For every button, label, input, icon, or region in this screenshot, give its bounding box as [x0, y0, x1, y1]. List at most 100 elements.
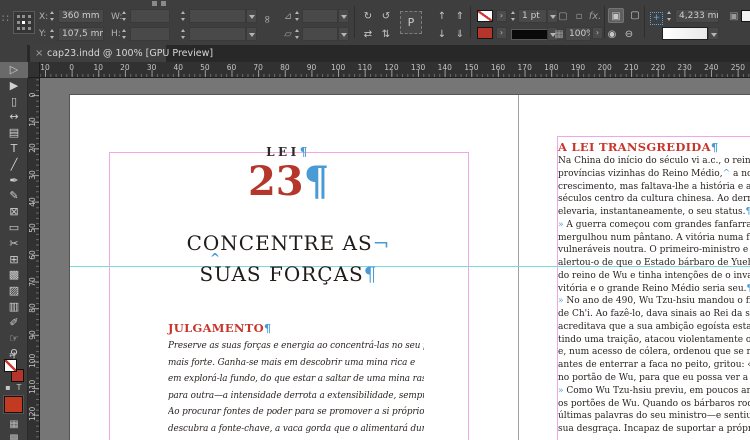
chapter-title-line: SUAS FORÇAS¶: [199, 262, 378, 286]
line-tool-icon[interactable]: ╱: [0, 157, 28, 173]
stroke-color-swatch[interactable]: [477, 27, 493, 39]
direct-selection-tool-icon[interactable]: ▶: [0, 78, 28, 94]
screen-mode-normal-button[interactable]: ▦: [7, 419, 21, 430]
margin-guide-right[interactable]: [468, 152, 469, 440]
chapter-number: 23¶: [247, 158, 330, 205]
flip-vertical-button[interactable]: ⇅: [378, 27, 394, 42]
opacity-options-button[interactable]: ›: [592, 27, 603, 39]
left-page-body-text: Preserve as suas forças e energia ao con…: [168, 338, 424, 438]
fill-swatch[interactable]: [4, 359, 17, 372]
body-line: alertou-o de que o Estado bárbaro de Yue…: [558, 258, 750, 269]
gap-stepper[interactable]: [666, 9, 673, 23]
x-label: X:: [39, 12, 49, 22]
formatting-affects-text-button[interactable]: T: [14, 383, 24, 393]
effects-fx-button[interactable]: fx.: [587, 9, 603, 24]
frame-fitting-icon[interactable]: +: [650, 12, 663, 25]
screen-mode-preview-button[interactable]: ▩: [7, 433, 21, 440]
rotate-ccw-button[interactable]: ↺: [378, 9, 394, 24]
align-top-button[interactable]: ↑: [434, 9, 450, 24]
scale-y-dropdown[interactable]: [246, 27, 257, 41]
scale-x-dropdown[interactable]: [246, 9, 257, 23]
rotation-dropdown[interactable]: [338, 9, 349, 23]
content-collector-tool-icon[interactable]: ▤: [0, 125, 28, 141]
stroke-weight-field[interactable]: 1 pt: [518, 9, 547, 23]
frame-options-icon[interactable]: ▣: [726, 9, 742, 24]
x-stepper[interactable]: [49, 9, 56, 23]
swatch-partial[interactable]: [741, 10, 750, 22]
apply-color-button[interactable]: [4, 396, 23, 413]
ruler-origin-box[interactable]: [28, 62, 40, 78]
eyedropper-tool-icon[interactable]: ✐: [0, 315, 28, 331]
stroke-weight-stepper[interactable]: [510, 9, 517, 23]
constrain-proportions-icon[interactable]: ∞: [261, 15, 274, 24]
swap-fill-stroke-icon[interactable]: ⇄: [9, 350, 16, 359]
stroke-options-button[interactable]: ›: [496, 27, 507, 39]
toolbar-separator: [354, 6, 355, 38]
hand-tool-icon[interactable]: ☞: [0, 331, 28, 347]
body-line: » A guerra começou com grandes fanfarras…: [558, 219, 750, 230]
free-transform-tool-icon[interactable]: ⊞: [0, 252, 28, 268]
drop-shadow-button[interactable]: ◉: [604, 27, 620, 42]
corner-radius-icon[interactable]: ▫: [571, 9, 587, 24]
ruler-label: 90: [306, 63, 317, 72]
frame-tool-icon[interactable]: ⊠: [0, 204, 28, 220]
selection-tool-icon[interactable]: ▷: [0, 62, 28, 78]
h-stepper[interactable]: [121, 27, 128, 41]
opacity-field[interactable]: 100%: [565, 27, 591, 41]
w-field[interactable]: [130, 9, 170, 23]
gradient-feather-tool-icon[interactable]: ▨: [0, 283, 28, 299]
x-field[interactable]: 360 mm: [58, 9, 104, 23]
distribute-up-button[interactable]: ⇑: [452, 9, 468, 24]
align-bottom-button[interactable]: ↓: [434, 27, 450, 42]
pen-tool-icon[interactable]: ✒: [0, 173, 28, 189]
reference-point-proxy[interactable]: [13, 11, 35, 34]
pencil-tool-icon[interactable]: ✎: [0, 188, 28, 204]
w-stepper[interactable]: [121, 9, 128, 23]
close-tab-icon[interactable]: ×: [35, 45, 45, 62]
scale-x-stepper[interactable]: [180, 9, 187, 23]
horizontal-ruler[interactable]: 10 0 10 20 30 40 50 60 70 80 90 100 110 120 130 140 150 1…: [40, 62, 750, 78]
note-tool-icon[interactable]: ▥: [0, 299, 28, 315]
gap-field[interactable]: 4,233 mm: [675, 9, 719, 23]
flip-horizontal-button[interactable]: ⇄: [360, 27, 376, 42]
formatting-affects-container-button[interactable]: ▪: [3, 383, 13, 393]
gap-tool-icon[interactable]: ↔: [0, 109, 28, 125]
scale-y-stepper[interactable]: [180, 27, 187, 41]
shear-dropdown[interactable]: [338, 27, 349, 41]
stroke-type-preview[interactable]: [511, 29, 548, 40]
wrap-around-button[interactable]: ▢: [627, 8, 643, 23]
shear-field[interactable]: [302, 27, 338, 41]
feather-button[interactable]: ⊖: [621, 27, 637, 42]
vertical-ruler[interactable]: 0 10 20 30 40 50 60 70 80 90 100 110 120: [28, 78, 40, 440]
h-field[interactable]: [130, 27, 170, 41]
distribute-down-button[interactable]: ⇓: [452, 27, 468, 42]
ruler-label: 250: [730, 63, 746, 72]
fill-options-button[interactable]: ›: [496, 10, 507, 22]
document-viewport[interactable]: LEI¶ 23¶ CONCENTRE AS¬ SUAS FORÇAS¶ ^ JUL…: [40, 78, 750, 440]
scale-y-field[interactable]: [189, 27, 246, 41]
rotate-cw-button[interactable]: ↻: [360, 9, 376, 24]
shear-stepper[interactable]: [294, 27, 301, 41]
gradient-swatch-tool-icon[interactable]: ▩: [0, 267, 28, 283]
body-line: » Como Wu Tzu-hsiu previu, em poucos ano…: [558, 385, 750, 396]
page-tool-icon[interactable]: ▯: [0, 94, 28, 110]
gradient-preview-dropdown[interactable]: [662, 27, 708, 40]
gradient-dropdown-arrow[interactable]: [708, 27, 719, 40]
text-frame-top-right-page[interactable]: [557, 136, 750, 137]
corner-options-icon[interactable]: ▢: [555, 9, 571, 24]
panel-grip-icon[interactable]: ∷: [2, 12, 9, 25]
fill-color-swatch[interactable]: [477, 10, 493, 22]
scale-x-field[interactable]: [189, 9, 246, 23]
y-stepper[interactable]: [49, 27, 56, 41]
rectangle-tool-icon[interactable]: ▭: [0, 220, 28, 236]
rotation-stepper[interactable]: [294, 9, 301, 23]
document-tab[interactable]: × cap23.indd @ 100% [GPU Preview]: [30, 45, 213, 62]
reference-point-indicator[interactable]: P: [400, 11, 422, 34]
wrap-none-button[interactable]: ▣: [608, 8, 624, 23]
scissors-tool-icon[interactable]: ✂: [0, 236, 28, 252]
y-field[interactable]: 107,5 mm: [58, 27, 104, 41]
ruler-label: 0: [69, 63, 75, 72]
ruler-label: 180: [544, 63, 559, 72]
rotation-field[interactable]: [302, 9, 338, 23]
type-tool-icon[interactable]: T: [0, 141, 28, 157]
